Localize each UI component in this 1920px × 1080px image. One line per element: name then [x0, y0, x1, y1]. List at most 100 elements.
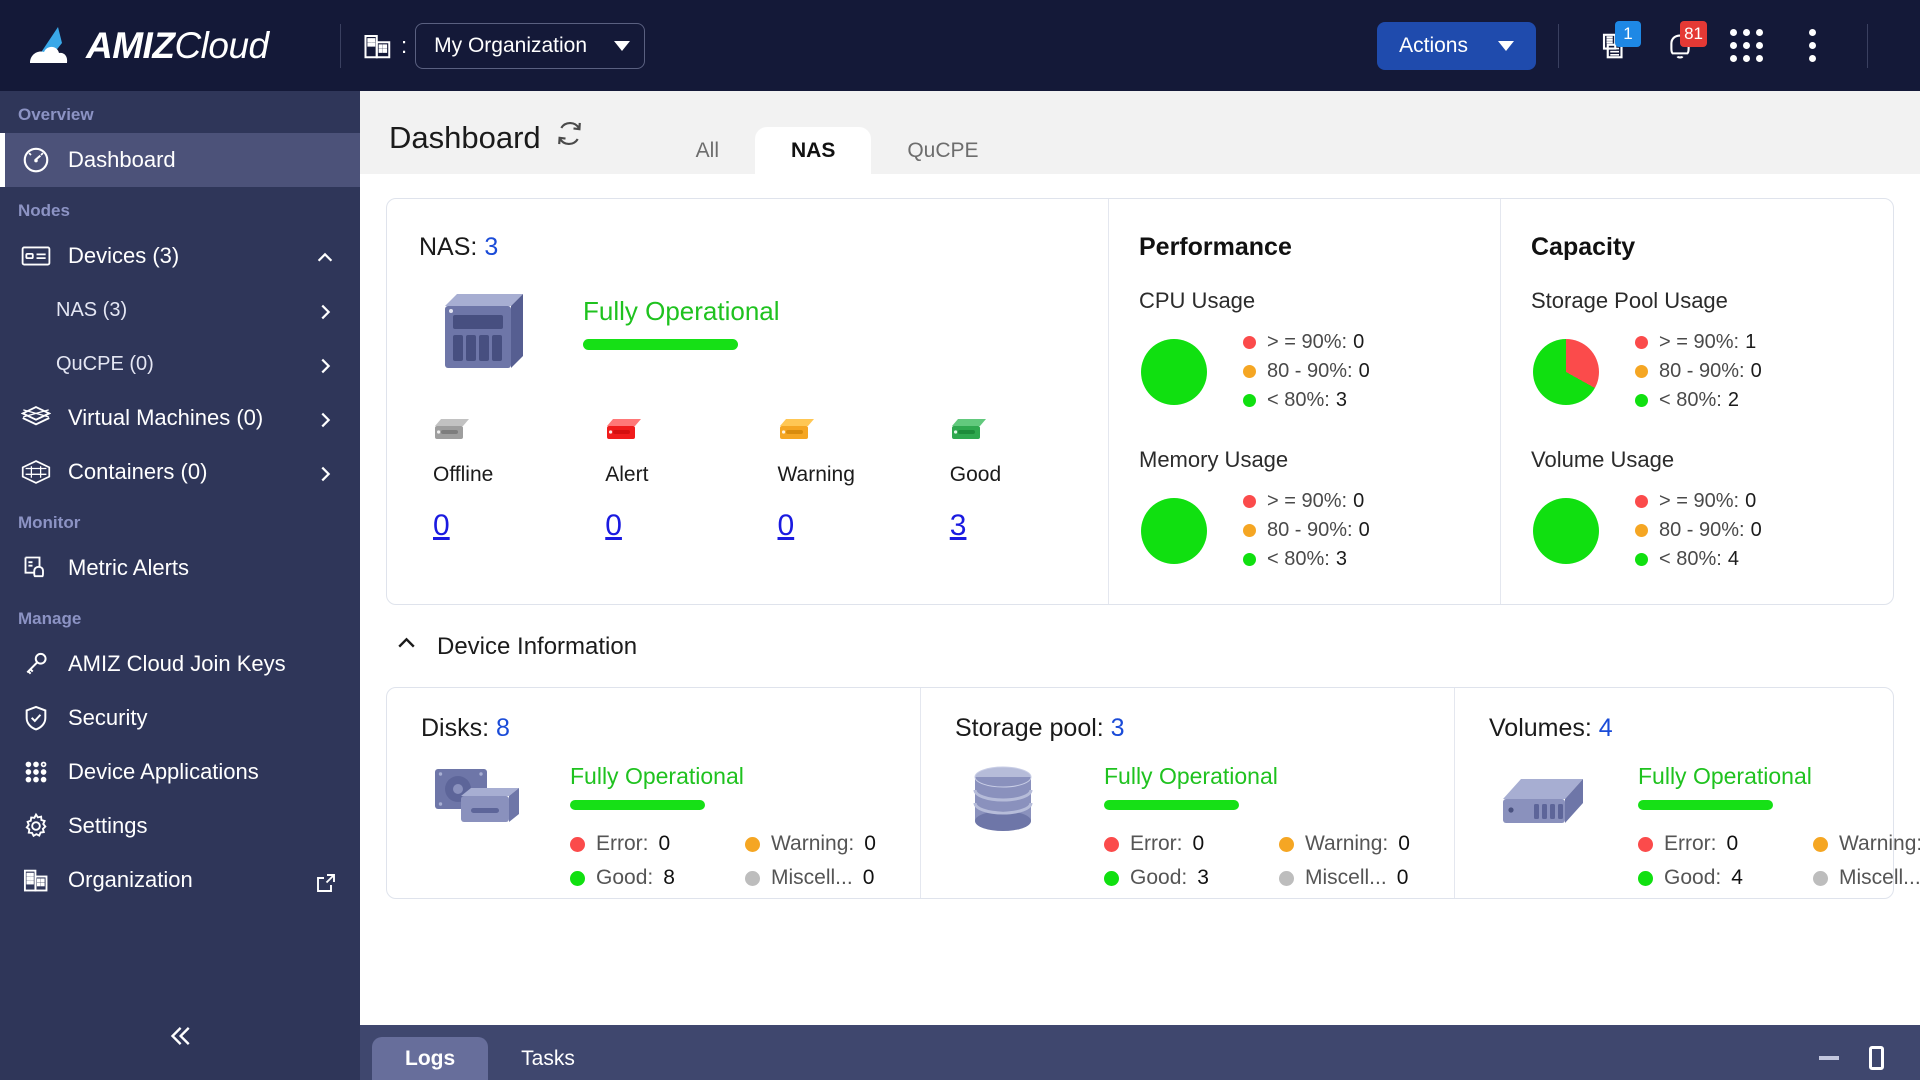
organization-selector[interactable]: My Organization	[415, 22, 646, 69]
alert-box-icon	[605, 419, 643, 448]
sidebar-item-virtual-machines[interactable]: Virtual Machines (0)	[0, 391, 360, 445]
sidebar-item-dashboard[interactable]: Dashboard	[0, 133, 360, 187]
page-title: Dashboard	[389, 119, 541, 155]
actions-button[interactable]: Actions	[1377, 21, 1536, 70]
notifications-button[interactable]: 81	[1655, 20, 1707, 69]
legend-value: 1	[1745, 331, 1757, 353]
stat-dot-misc	[1279, 870, 1294, 886]
nas-state-count[interactable]: 0	[433, 509, 450, 543]
sidebar-item-qucpe[interactable]: QuCPE (0)	[0, 337, 360, 391]
disks-status-text: Fully Operational	[570, 763, 744, 789]
nas-status-row: Fully Operational	[419, 284, 1108, 376]
chevron-down-icon	[1498, 40, 1514, 51]
disks-label: Disks:	[421, 714, 490, 742]
bottom-tab-logs[interactable]: Logs	[372, 1037, 489, 1080]
stat-dot-warning	[1279, 836, 1294, 852]
memory-usage-label: Memory Usage	[1139, 447, 1289, 472]
sidebar-item-nas[interactable]: NAS (3)	[0, 283, 360, 337]
refresh-icon[interactable]	[555, 119, 584, 156]
device-type-tabs: All NAS QuCPE	[660, 91, 1015, 174]
minimize-icon[interactable]	[1819, 1056, 1839, 1060]
tab-qucpe[interactable]: QuCPE	[871, 127, 1014, 174]
sidebar-item-settings[interactable]: Settings	[0, 799, 360, 853]
storage-pool-body: Fully Operational Error: 0 Warning: 0 Good…	[955, 763, 1454, 890]
stat-label: Miscell...	[771, 866, 853, 889]
bottom-window-controls	[1819, 1046, 1884, 1070]
header-divider	[340, 23, 341, 68]
stat-label: Warning:	[771, 832, 855, 855]
container-icon	[18, 457, 54, 487]
tab-nas[interactable]: NAS	[755, 127, 872, 174]
storage-pool-count[interactable]: 3	[1111, 714, 1125, 742]
sidebar-section-monitor: Monitor	[18, 513, 81, 532]
stat-dot-warning	[745, 836, 760, 852]
nas-state-warning: Warning 0	[764, 414, 936, 543]
building-icon	[363, 31, 393, 61]
storage-pool-count-title: Storage pool: 3	[955, 714, 1454, 743]
sidebar-item-devices[interactable]: Devices (3)	[0, 229, 360, 283]
nas-state-count[interactable]: 0	[605, 509, 622, 543]
external-link-icon[interactable]	[314, 871, 335, 892]
logo-text-bold: AMIZ	[86, 24, 175, 66]
maximize-icon[interactable]	[1869, 1046, 1884, 1070]
header-divider	[1558, 23, 1559, 68]
legend-dot-good	[1635, 394, 1648, 407]
sidebar-item-amiz-cloud-join-keys[interactable]: AMIZ Cloud Join Keys	[0, 637, 360, 691]
memory-usage-row: > = 90%: 0 80 - 90%: 0 < 80%: 3	[1139, 487, 1500, 574]
volume-usage-legend: > = 90%: 0 80 - 90%: 0 < 80%: 4	[1635, 487, 1762, 574]
volumes-count[interactable]: 4	[1599, 714, 1613, 742]
disks-count[interactable]: 8	[496, 714, 510, 742]
chevron-right-icon	[314, 355, 332, 374]
legend-label: > = 90%:	[1267, 331, 1348, 353]
legend-dot-good	[1635, 553, 1648, 566]
logo-text-light: Cloud	[174, 24, 269, 66]
volumes-stats: Error:0 Warning:0 Good:4 Miscell...0	[1638, 832, 1920, 890]
stat-value: 0	[864, 832, 876, 855]
nas-state-count[interactable]: 0	[778, 509, 795, 543]
sidebar-item-security[interactable]: Security	[0, 691, 360, 745]
performance-panel: Performance CPU Usage > = 90%: 0 80 - 90%…	[1109, 199, 1501, 604]
cpu-usage-legend: > = 90%: 0 80 - 90%: 0 < 80%: 3	[1243, 328, 1370, 415]
stat-dot-error	[1104, 836, 1119, 852]
nas-status-text: Fully Operational	[583, 296, 780, 326]
sidebar-item-label: AMIZ Cloud Join Keys	[68, 651, 286, 676]
legend-label: 80 - 90%:	[1267, 519, 1353, 541]
legend-dot-warning	[1635, 524, 1648, 537]
disks-status: Fully Operational Error: 0 Warning: 0 Good…	[570, 763, 920, 890]
sidebar-item-organization[interactable]: Organization	[0, 853, 360, 907]
legend-dot-good	[1243, 394, 1256, 407]
more-options-button[interactable]	[1787, 23, 1837, 69]
app-logo[interactable]: AMIZCloud	[28, 25, 318, 67]
dashboard-content: NAS: 3 Fully Operational Offline 0 Alert…	[360, 174, 1920, 1080]
nas-count[interactable]: 3	[484, 233, 498, 261]
tab-all[interactable]: All	[660, 127, 755, 174]
sidebar-item-device-applications[interactable]: Device Applications	[0, 745, 360, 799]
legend-value: 3	[1335, 389, 1347, 411]
sidebar-item-label: Containers (0)	[68, 459, 208, 484]
storage-pool-stats: Error: 0 Warning: 0 Good: 3 Miscell... 0	[1104, 832, 1454, 890]
cpu-usage-pie-chart	[1141, 338, 1207, 405]
nas-device-icon	[431, 284, 531, 376]
stat-label: Error:	[1664, 832, 1717, 855]
storage-pool-icon	[965, 763, 1060, 838]
nas-status-bar	[583, 339, 738, 350]
sidebar-item-label: Virtual Machines (0)	[68, 405, 264, 430]
warning-box-icon	[778, 419, 816, 448]
nas-state-grid: Offline 0 Alert 0 Warning 0 Good 3	[419, 414, 1108, 543]
sidebar-item-containers[interactable]: Containers (0)	[0, 445, 360, 499]
sidebar-collapse-button[interactable]	[0, 1021, 360, 1056]
actions-button-label: Actions	[1399, 33, 1468, 57]
stat-value: 0	[1398, 832, 1410, 855]
good-box-icon	[950, 419, 988, 448]
bottom-tab-tasks[interactable]: Tasks	[488, 1037, 608, 1080]
storage-pool-status-bar	[1104, 800, 1239, 810]
more-vertical-icon	[1808, 29, 1816, 62]
device-information-header[interactable]: Device Information	[394, 631, 1920, 663]
sidebar-item-metric-alerts[interactable]: Metric Alerts	[0, 541, 360, 595]
org-colon: :	[401, 32, 408, 58]
disks-body: Fully Operational Error: 0 Warning: 0 Good…	[421, 763, 920, 890]
apps-grid-button[interactable]	[1721, 23, 1771, 69]
gear-icon	[18, 811, 54, 841]
nas-state-count[interactable]: 3	[950, 509, 967, 543]
reports-button[interactable]: 1	[1589, 20, 1641, 69]
